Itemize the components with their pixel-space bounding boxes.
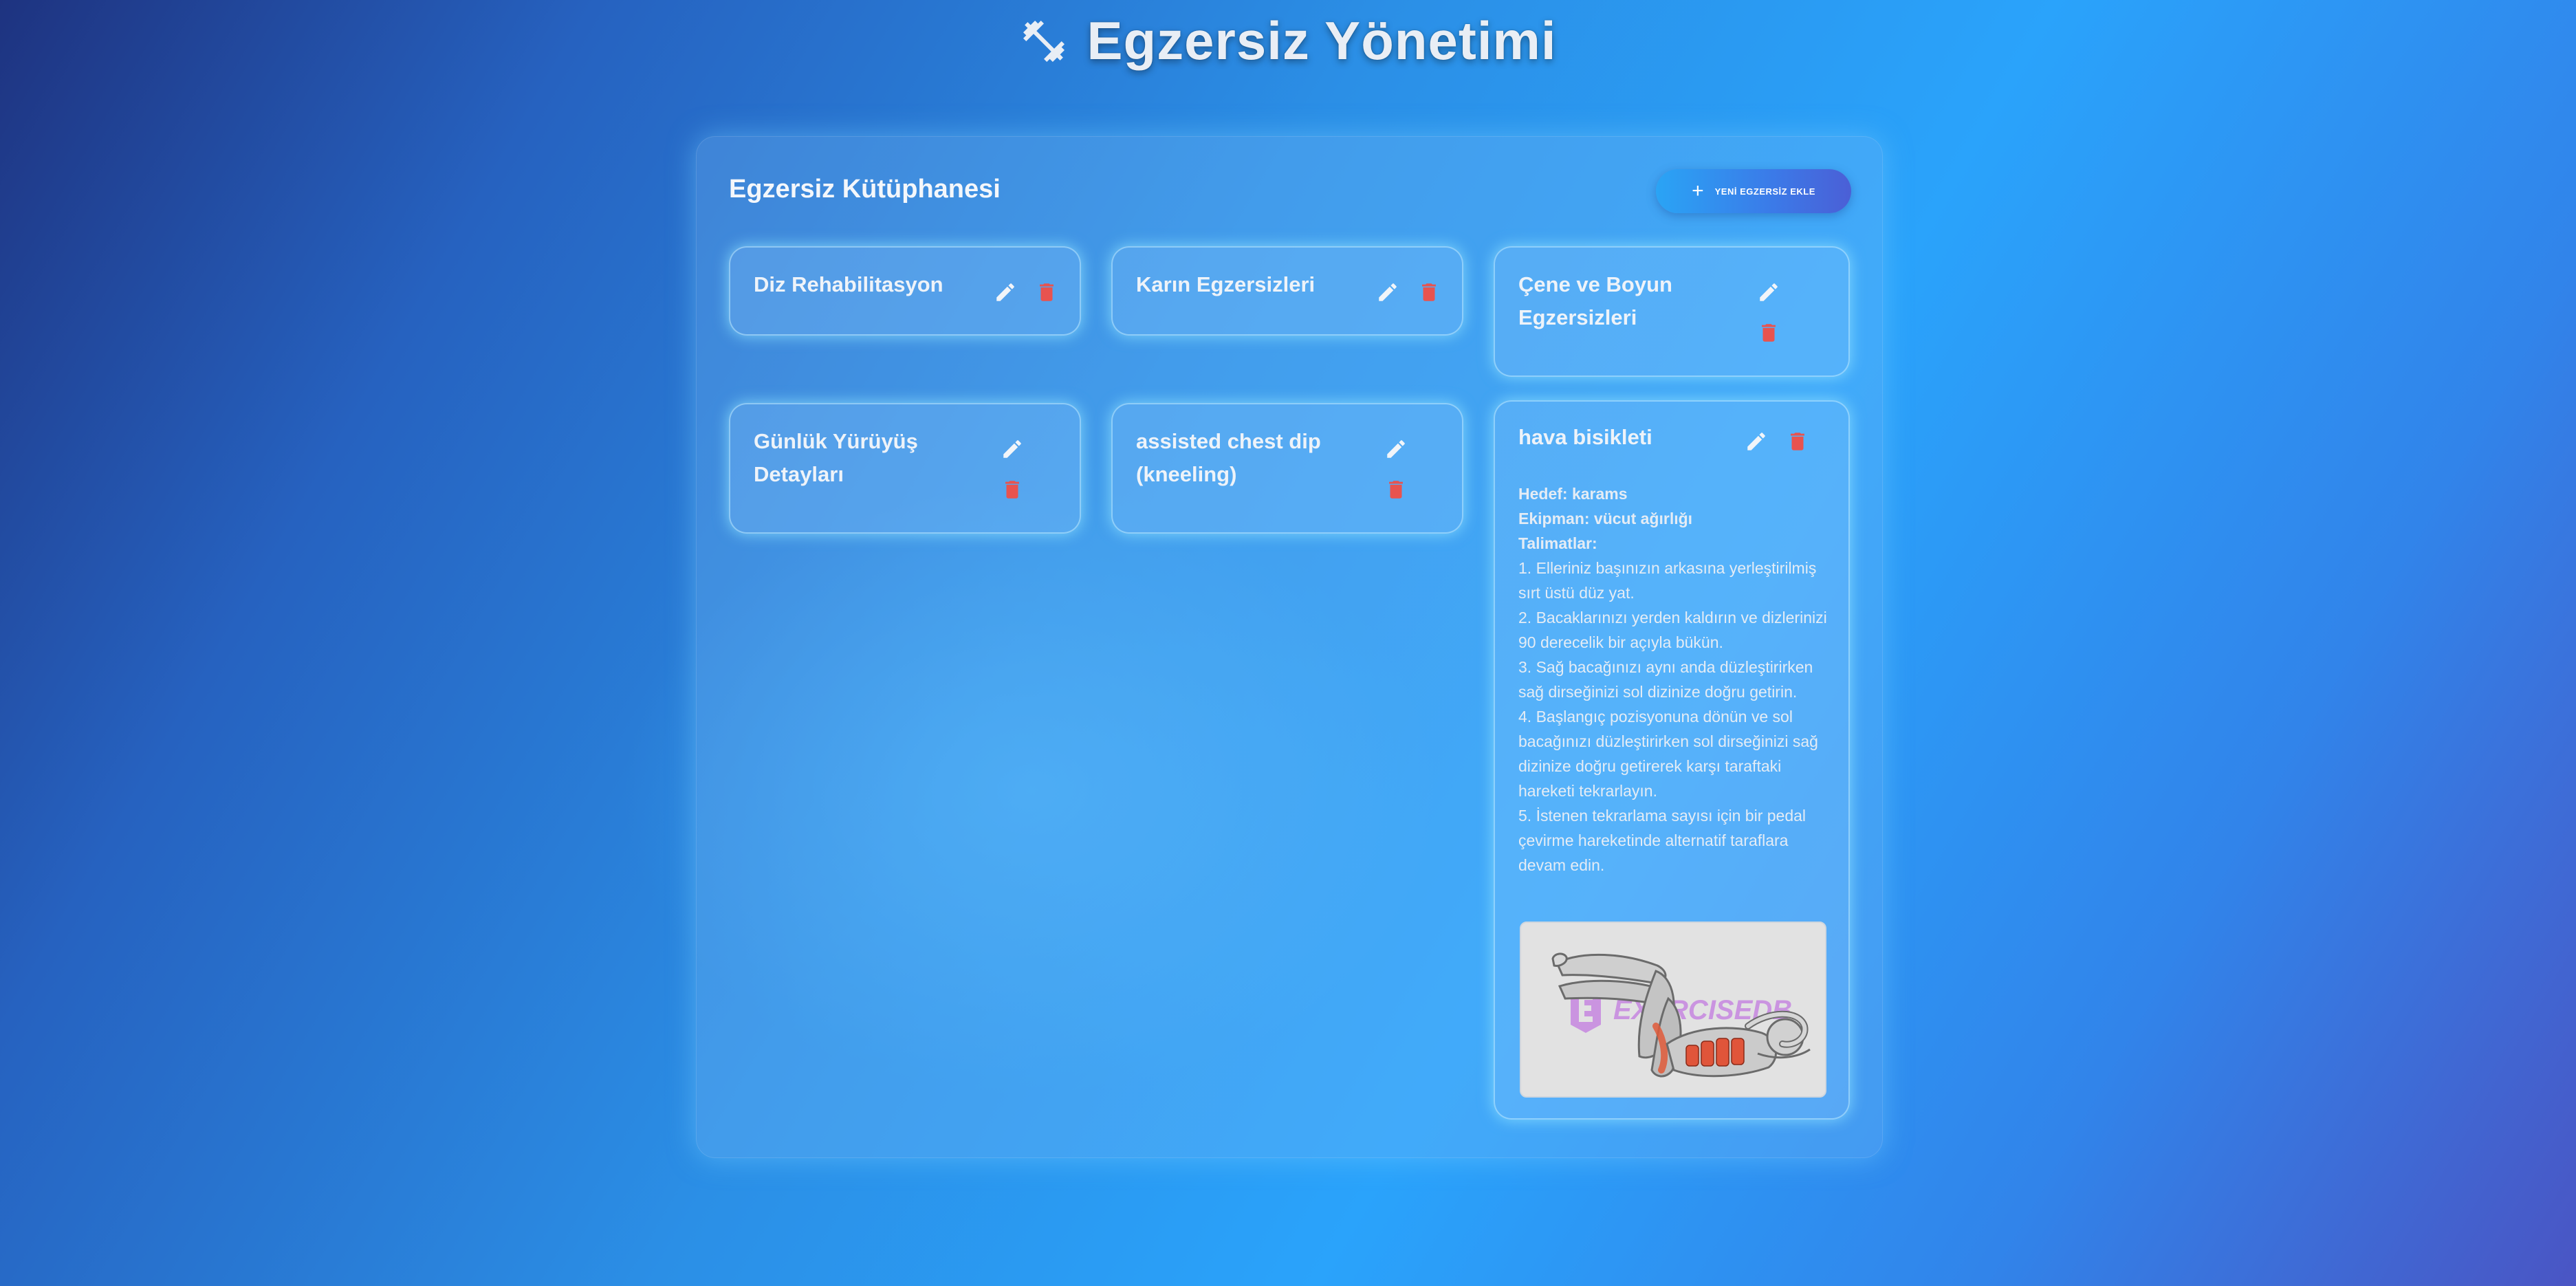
edit-button[interactable] [1755,279,1782,306]
exercise-details: Hedef: karams Ekipman: vücut ağırlığı Ta… [1518,481,1828,878]
trash-icon [1040,283,1054,301]
exercise-name: assisted chest dip (kneeling) [1136,429,1321,486]
add-exercise-button[interactable]: + YENİ EGZERSİZ EKLE [1656,169,1851,213]
instruction-step: 4. Başlangıç pozisyonuna dönün ve sol ba… [1518,708,1818,800]
exercise-card[interactable]: Karın Egzersizleri [1111,246,1463,336]
page-title: Egzersiz Yönetimi [1087,10,1557,71]
instruction-step: 2. Bacaklarınızı yerden kaldırın ve dizl… [1518,609,1827,651]
delete-button[interactable] [998,476,1026,503]
exercise-card-expanded[interactable]: hava bisikleti Hedef: karams Ekipman: vü… [1494,400,1850,1120]
instruction-step: 3. Sağ bacağınızı aynı anda düzleştirirk… [1518,658,1813,701]
instructions-heading: Talimatlar: [1518,534,1597,552]
delete-button[interactable] [1755,319,1782,347]
exercise-name: Karın Egzersizleri [1136,272,1316,296]
edit-button[interactable] [1743,428,1770,455]
trash-icon [1791,433,1804,450]
pencil-icon [1760,283,1778,301]
trash-icon [1422,283,1436,301]
pencil-icon [1747,433,1765,450]
trash-icon [1005,481,1019,499]
exercise-card[interactable]: Diz Rehabilitasyon [729,246,1081,336]
exercise-illustration: EXERCISEDB [1521,923,1825,1096]
delete-button[interactable] [1033,279,1060,306]
exercise-name: hava bisikleti [1518,425,1652,449]
exercise-image: EXERCISEDB [1520,922,1826,1098]
delete-button[interactable] [1382,476,1410,503]
pencil-icon [1379,283,1397,301]
plus-icon: + [1692,179,1704,202]
edit-button[interactable] [1382,435,1410,463]
delete-button[interactable] [1415,279,1443,306]
pencil-icon [1003,440,1021,458]
pencil-icon [996,283,1014,301]
library-title: Egzersiz Kütüphanesi [729,175,1001,204]
exercise-card[interactable]: assisted chest dip (kneeling) [1111,403,1463,534]
exercise-name: Günlük Yürüyüş Detayları [754,429,918,486]
instruction-step: 5. İstenen tekrarlama sayısı için bir pe… [1518,807,1807,874]
target-muscle: Hedef: karams [1518,485,1628,503]
edit-button[interactable] [992,279,1019,306]
delete-button[interactable] [1784,428,1811,455]
trash-icon [1762,324,1776,342]
app-header: Egzersiz Yönetimi [0,10,2576,72]
exercise-name: Diz Rehabilitasyon [754,272,943,296]
exercise-card[interactable]: Çene ve Boyun Egzersizleri [1494,246,1850,377]
exercise-name: Çene ve Boyun Egzersizleri [1518,272,1672,329]
dumbbell-icon [1019,17,1069,66]
edit-button[interactable] [998,435,1026,463]
exercise-card[interactable]: Günlük Yürüyüş Detayları [729,403,1081,534]
edit-button[interactable] [1374,279,1401,306]
equipment: Ekipman: vücut ağırlığı [1518,510,1693,527]
trash-icon [1389,481,1403,499]
add-exercise-label: YENİ EGZERSİZ EKLE [1714,186,1815,197]
instruction-step: 1. Elleriniz başınızın arkasına yerleşti… [1518,559,1817,602]
exercise-library-panel: Egzersiz Kütüphanesi + YENİ EGZERSİZ EKL… [696,136,1883,1158]
pencil-icon [1387,440,1405,458]
